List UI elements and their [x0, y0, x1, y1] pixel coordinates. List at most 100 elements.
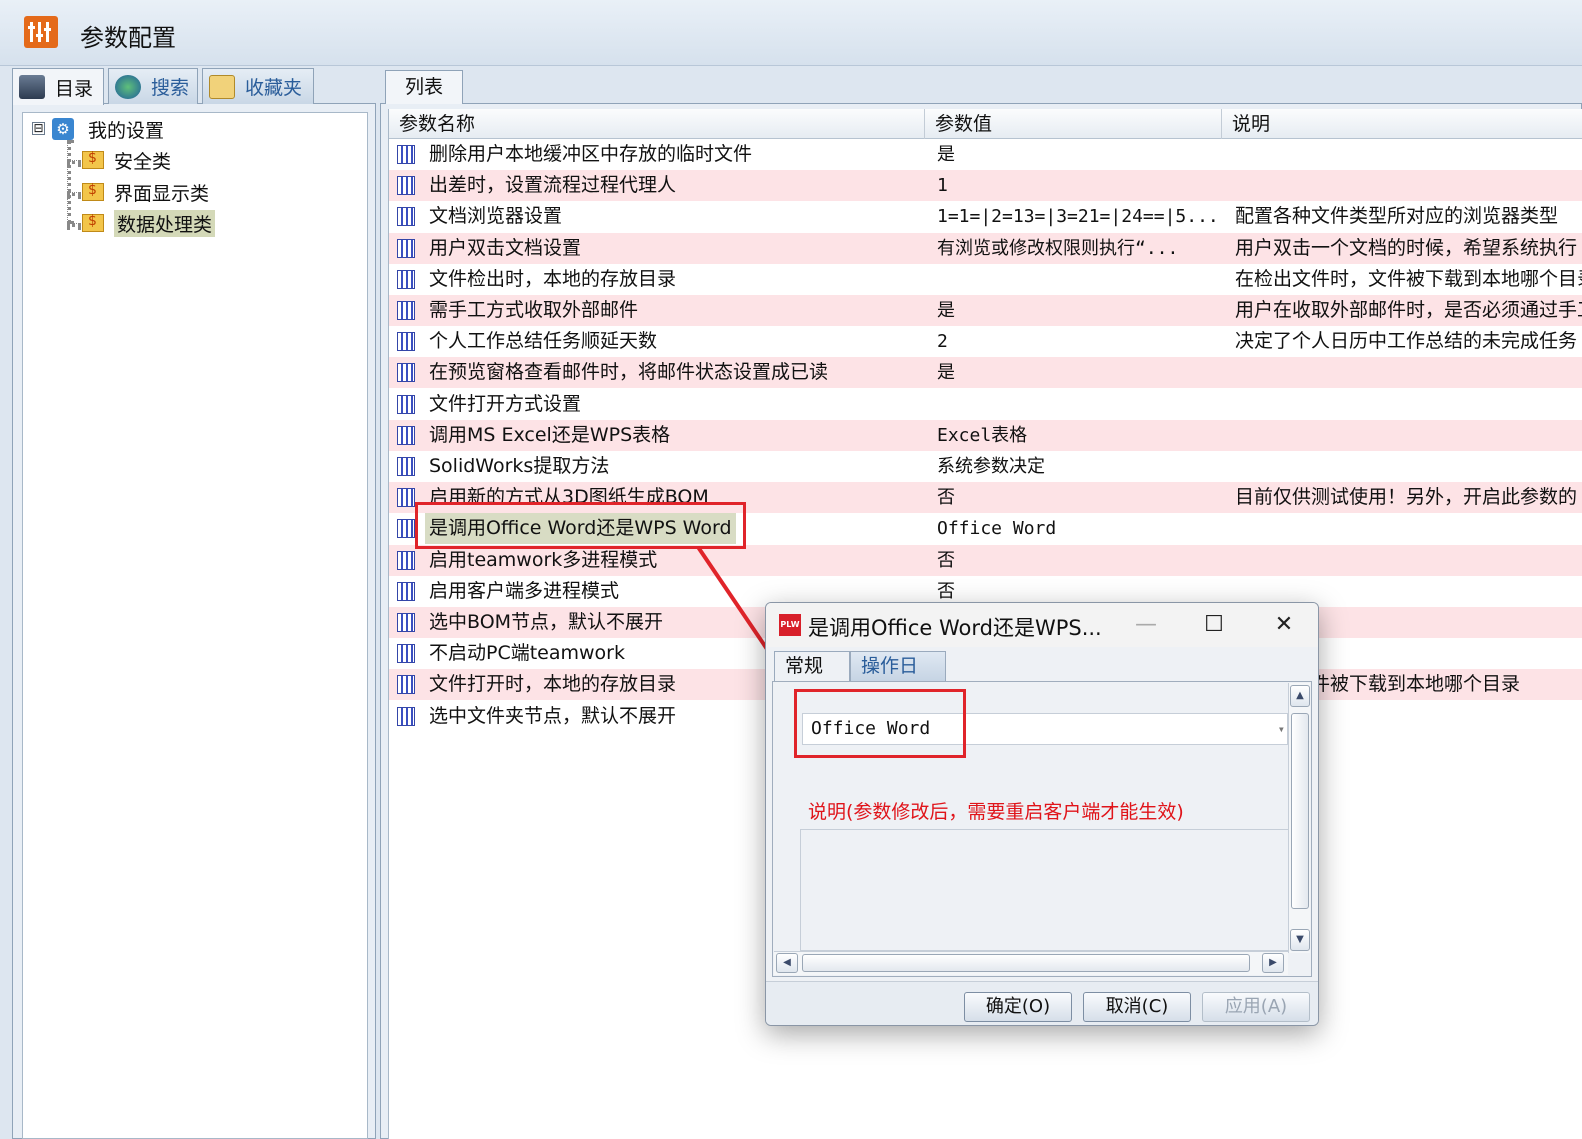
column-header-value[interactable]: 参数值 — [925, 109, 1222, 139]
plw-app-icon: PLW — [779, 614, 801, 636]
parameter-icon — [397, 488, 415, 508]
parameter-icon — [397, 644, 415, 664]
parameter-value-cell: 2 — [937, 331, 948, 353]
tree-item-ui-display[interactable]: 界面显示类 — [82, 178, 209, 206]
table-row[interactable]: 调用MS Excel还是WPS表格 Excel表格 — [389, 419, 1582, 451]
parameter-icon — [397, 363, 415, 383]
apply-button[interactable]: 应用(A) — [1202, 992, 1310, 1022]
parameter-icon — [397, 394, 415, 414]
parameter-name-cell: 需手工方式收取外部邮件 — [429, 299, 639, 321]
parameter-icon — [397, 301, 415, 320]
tab-label: 收藏夹 — [245, 77, 303, 99]
parameter-description-cell: 在检出文件时，文件被下载到本地哪个目录 — [1235, 267, 1582, 290]
column-header-description[interactable]: 说明 — [1222, 109, 1582, 139]
tree-line — [67, 140, 71, 224]
parameter-value-cell: 1 — [937, 175, 948, 197]
close-button[interactable]: ✕ — [1264, 609, 1304, 641]
table-row[interactable]: 需手工方式收取外部邮件 是 用户在收取外部邮件时，是否必须通过手工 — [389, 295, 1582, 326]
cancel-button[interactable]: 取消(C) — [1083, 992, 1191, 1022]
parameter-icon — [397, 207, 415, 227]
dialog-tab-strip: 常规 操作日志 — [766, 647, 1318, 705]
parameter-icon — [397, 706, 415, 726]
parameter-description-cell: 配置各种文件类型所对应的浏览器类型 — [1235, 205, 1559, 228]
parameter-name-cell: 个人工作总结任务顺延天数 — [429, 330, 658, 353]
folder-icon — [82, 182, 104, 201]
table-row[interactable]: 删除用户本地缓冲区中存放的临时文件 是 — [389, 139, 1582, 170]
tree-node-label: 安全类 — [114, 150, 172, 173]
table-row[interactable]: 在预览窗格查看邮件时，将邮件状态设置成已读 是 — [389, 357, 1582, 389]
description-text-area[interactable] — [800, 829, 1290, 951]
parameter-description-cell: 决定了个人日历中工作总结的未完成任务 — [1235, 330, 1578, 353]
parameter-name-cell: 启用teamwork多进程模式 — [429, 548, 658, 571]
highlight-box-value — [794, 689, 966, 758]
parameter-icon — [397, 269, 415, 289]
parameter-name-cell: 调用MS Excel还是WPS表格 — [429, 423, 671, 446]
parameter-name-cell: 出差时，设置流程过程代理人 — [429, 174, 677, 197]
ok-button[interactable]: 确定(O) — [964, 992, 1072, 1022]
parameter-value-cell: Excel表格 — [937, 424, 1028, 446]
tree-root-my-settings[interactable]: ⚙ 我的设置 — [52, 115, 164, 143]
parameter-icon — [397, 176, 415, 196]
parameter-name-cell: 选中BOM节点，默认不展开 — [429, 611, 664, 633]
table-row[interactable]: 用户双击文档设置 有浏览或修改权限则执行“... 用户双击一个文档的时候，希望系统执… — [389, 232, 1582, 264]
description-label: 说明(参数修改后，需要重启客户端才能生效) — [808, 801, 1184, 823]
scroll-thumb[interactable] — [1291, 713, 1309, 909]
dialog-title-bar: PLW 是调用Office Word还是WPS... — ☐ ✕ — [766, 603, 1318, 647]
parameter-name-cell: 不启动PC端teamwork — [429, 642, 625, 665]
tab-directory[interactable]: 目录 — [12, 68, 104, 105]
tree-node-label: 界面显示类 — [114, 182, 210, 205]
scroll-thumb[interactable] — [802, 954, 1250, 972]
folder-icon — [82, 150, 104, 169]
scroll-up-icon[interactable]: ▲ — [1290, 685, 1310, 707]
window-title-bar: 参数配置 — [0, 0, 1582, 66]
dialog-footer: 确定(O) 取消(C) 应用(A) — [766, 981, 1318, 1025]
scroll-down-icon[interactable]: ▼ — [1290, 929, 1310, 951]
table-row[interactable]: 个人工作总结任务顺延天数 2 决定了个人日历中工作总结的未完成任务 — [389, 326, 1582, 357]
tree-item-security[interactable]: 安全类 — [82, 146, 171, 174]
parameter-icon — [397, 332, 415, 352]
tab-search[interactable]: 搜索 — [108, 68, 198, 104]
parameter-name-cell: 文件打开方式设置 — [429, 392, 582, 415]
window-title: 参数配置 — [80, 24, 176, 52]
column-header-name[interactable]: 参数名称 — [389, 109, 925, 139]
parameter-value-cell: 是 — [937, 300, 955, 321]
computer-icon — [19, 75, 45, 99]
tree-line — [67, 192, 81, 196]
tab-list[interactable]: 列表 — [385, 70, 463, 104]
minimize-button[interactable]: — — [1126, 609, 1166, 641]
vertical-scrollbar[interactable]: ▲ ▼ — [1288, 683, 1310, 953]
parameter-icon — [397, 519, 415, 539]
tab-label: 搜索 — [151, 77, 190, 99]
parameter-icon — [397, 457, 415, 476]
tree-line — [67, 160, 81, 164]
parameter-icon — [397, 581, 415, 601]
tab-operation-log[interactable]: 操作日志 — [850, 651, 946, 705]
table-row[interactable]: 文档浏览器设置 1=1=|2=13=|3=21=|24==|5... 配置各种文件类… — [389, 201, 1582, 232]
tab-favorites[interactable]: 收藏夹 — [202, 68, 314, 104]
settings-tree — [22, 112, 368, 1139]
settings-sliders-icon — [24, 16, 58, 48]
tree-collapse-toggle[interactable]: ⊟ — [32, 122, 45, 135]
scroll-left-icon[interactable]: ◀ — [776, 953, 798, 973]
parameter-value-cell: 1=1=|2=13=|3=21=|24==|5... — [937, 206, 1219, 228]
tree-item-data-processing[interactable]: 数据处理类 — [82, 209, 216, 237]
parameter-value-cell: 是 — [937, 362, 955, 384]
table-row[interactable]: 出差时，设置流程过程代理人 1 — [389, 170, 1582, 202]
parameter-name-cell: 文件检出时，本地的存放目录 — [429, 267, 677, 290]
gear-icon: ⚙ — [52, 118, 74, 140]
highlight-box-row — [415, 502, 746, 549]
favorites-folder-icon — [209, 74, 235, 99]
table-row[interactable]: SolidWorks提取方法 系统参数决定 — [389, 451, 1582, 482]
parameter-icon — [397, 613, 415, 632]
table-row[interactable]: 文件打开方式设置 — [389, 389, 1582, 420]
parameter-value-cell: 否 — [937, 487, 955, 509]
table-row[interactable]: 启用teamwork多进程模式 否 — [389, 544, 1582, 576]
tab-general[interactable]: 常规 — [774, 651, 850, 681]
scroll-right-icon[interactable]: ▶ — [1262, 953, 1284, 973]
globe-search-icon — [115, 74, 141, 99]
maximize-button[interactable]: ☐ — [1194, 609, 1234, 641]
horizontal-scrollbar[interactable]: ◀ ▶ — [774, 951, 1288, 975]
parameter-name-cell: SolidWorks提取方法 — [429, 455, 610, 477]
table-row[interactable]: 文件检出时，本地的存放目录 在检出文件时，文件被下载到本地哪个目录 — [389, 264, 1582, 295]
parameter-description-cell: 用户在收取外部邮件时，是否必须通过手工 — [1235, 299, 1582, 321]
